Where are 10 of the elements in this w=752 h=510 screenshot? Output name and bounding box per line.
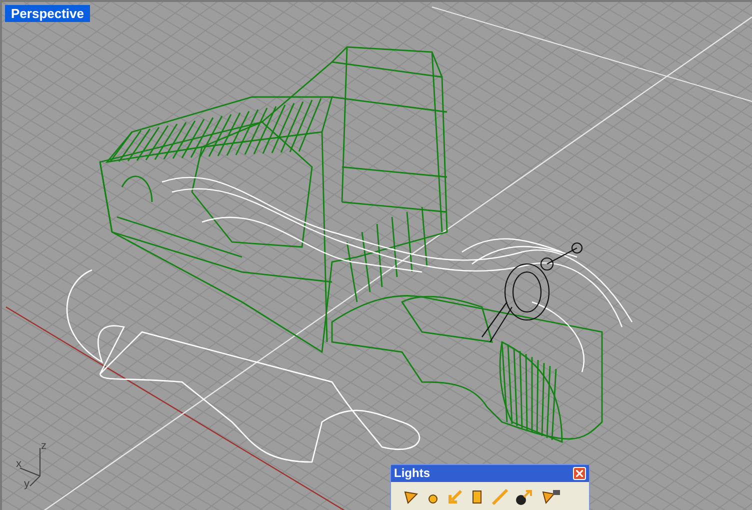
target-light-icon[interactable] [515, 488, 535, 506]
axis-label: x [16, 458, 22, 470]
toolbar-title: Lights [394, 466, 430, 481]
axis-label: y [24, 478, 30, 490]
viewport[interactable]: Perspective z x y Lights [0, 0, 752, 510]
viewport-title[interactable]: Perspective [5, 5, 90, 22]
spotlight-icon[interactable] [403, 489, 419, 505]
close-button[interactable] [573, 467, 586, 480]
close-icon [576, 470, 583, 477]
axis-label: z [41, 440, 46, 452]
